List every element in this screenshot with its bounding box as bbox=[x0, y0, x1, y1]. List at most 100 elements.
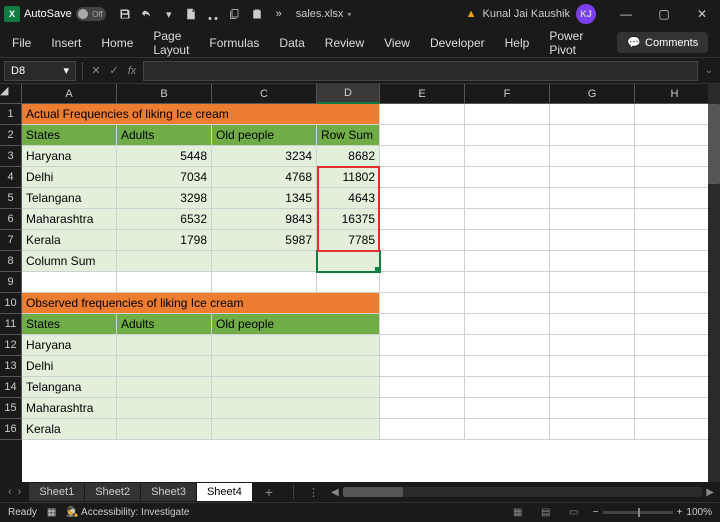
tab-help[interactable]: Help bbox=[503, 32, 532, 54]
cell[interactable] bbox=[635, 293, 715, 314]
cell[interactable] bbox=[380, 314, 465, 335]
col-header[interactable]: C bbox=[212, 84, 317, 104]
maximize-button[interactable]: ▢ bbox=[650, 4, 678, 24]
cell[interactable] bbox=[550, 314, 635, 335]
cell[interactable] bbox=[635, 335, 715, 356]
cell[interactable] bbox=[212, 335, 380, 356]
cell[interactable] bbox=[635, 104, 715, 125]
cell[interactable] bbox=[380, 188, 465, 209]
zoom-control[interactable]: − + 100% bbox=[593, 507, 712, 518]
cell[interactable]: 1345 bbox=[212, 188, 317, 209]
cell[interactable] bbox=[465, 335, 550, 356]
save-icon[interactable] bbox=[118, 7, 132, 21]
cell[interactable] bbox=[465, 398, 550, 419]
tab-formulas[interactable]: Formulas bbox=[207, 32, 261, 54]
cell[interactable]: States bbox=[22, 125, 117, 146]
cell[interactable]: Haryana bbox=[22, 335, 117, 356]
name-box[interactable]: D8 ▾ bbox=[4, 61, 76, 81]
cell[interactable]: Adults bbox=[117, 125, 212, 146]
cell[interactable] bbox=[635, 146, 715, 167]
zoom-in-icon[interactable]: + bbox=[677, 507, 683, 518]
row-header[interactable]: 16 bbox=[0, 419, 22, 440]
autosave-toggle[interactable]: AutoSave Off bbox=[24, 7, 106, 21]
new-icon[interactable] bbox=[184, 7, 198, 21]
row-header[interactable]: 11 bbox=[0, 314, 22, 335]
cell[interactable] bbox=[380, 104, 465, 125]
cell[interactable] bbox=[317, 272, 380, 293]
cell[interactable]: 5448 bbox=[117, 146, 212, 167]
sheet-tab[interactable]: Sheet1 bbox=[29, 483, 85, 501]
cell[interactable]: Old people bbox=[212, 314, 380, 335]
row-header[interactable]: 10 bbox=[0, 293, 22, 314]
cut-icon[interactable] bbox=[206, 7, 220, 21]
cell[interactable] bbox=[550, 335, 635, 356]
tab-insert[interactable]: Insert bbox=[49, 32, 83, 54]
row-header[interactable]: 5 bbox=[0, 188, 22, 209]
cell[interactable] bbox=[550, 293, 635, 314]
tab-data[interactable]: Data bbox=[277, 32, 306, 54]
cell[interactable] bbox=[635, 314, 715, 335]
cell[interactable]: 4643 bbox=[317, 188, 380, 209]
cell[interactable] bbox=[212, 356, 380, 377]
zoom-out-icon[interactable]: − bbox=[593, 507, 599, 518]
cell[interactable]: 6532 bbox=[117, 209, 212, 230]
tab-home[interactable]: Home bbox=[99, 32, 135, 54]
cell[interactable] bbox=[380, 419, 465, 440]
cell[interactable] bbox=[635, 398, 715, 419]
col-header[interactable]: G bbox=[550, 84, 635, 104]
sheet-nav-next[interactable]: › bbox=[18, 486, 22, 498]
cell[interactable] bbox=[635, 188, 715, 209]
cell[interactable] bbox=[465, 272, 550, 293]
filename[interactable]: sales.xlsx ▾ bbox=[296, 8, 352, 20]
row-header[interactable]: 4 bbox=[0, 167, 22, 188]
cell[interactable] bbox=[380, 230, 465, 251]
cell[interactable] bbox=[635, 419, 715, 440]
undo-icon[interactable] bbox=[140, 7, 154, 21]
cell[interactable] bbox=[550, 419, 635, 440]
cell[interactable]: 8682 bbox=[317, 146, 380, 167]
cell[interactable] bbox=[212, 398, 380, 419]
cell[interactable] bbox=[465, 356, 550, 377]
zoom-slider[interactable] bbox=[603, 511, 673, 514]
cell[interactable] bbox=[465, 230, 550, 251]
cell[interactable] bbox=[212, 251, 317, 272]
row-header[interactable]: 3 bbox=[0, 146, 22, 167]
cell[interactable] bbox=[117, 356, 212, 377]
cell[interactable]: Old people bbox=[212, 125, 317, 146]
cell[interactable] bbox=[465, 314, 550, 335]
select-all-corner[interactable]: ◢ bbox=[0, 84, 22, 104]
sheet-nav-prev[interactable]: ‹ bbox=[8, 486, 12, 498]
cell[interactable] bbox=[465, 209, 550, 230]
minimize-button[interactable]: — bbox=[612, 4, 640, 24]
cell[interactable]: Maharashtra bbox=[22, 398, 117, 419]
row-header[interactable]: 2 bbox=[0, 125, 22, 146]
cell[interactable] bbox=[550, 272, 635, 293]
cell[interactable] bbox=[465, 188, 550, 209]
cell[interactable] bbox=[465, 167, 550, 188]
cell[interactable] bbox=[550, 125, 635, 146]
cell-selected[interactable] bbox=[317, 251, 380, 272]
expand-formula-icon[interactable]: ⌄ bbox=[702, 65, 716, 76]
cell[interactable] bbox=[380, 167, 465, 188]
cell[interactable] bbox=[550, 167, 635, 188]
cell[interactable] bbox=[550, 104, 635, 125]
sheet-tab[interactable]: Sheet3 bbox=[141, 483, 197, 501]
cell[interactable] bbox=[635, 251, 715, 272]
tab-power-pivot[interactable]: Power Pivot bbox=[547, 25, 585, 61]
cell[interactable] bbox=[117, 377, 212, 398]
redo-dropdown-icon[interactable]: ▾ bbox=[162, 7, 176, 21]
cells-area[interactable]: Actual Frequencies of liking Ice cream S… bbox=[22, 104, 720, 440]
horizontal-scrollbar[interactable]: ◀ ▶ bbox=[325, 487, 720, 498]
add-sheet-button[interactable]: + bbox=[253, 484, 285, 500]
sheet-tab[interactable]: Sheet2 bbox=[85, 483, 141, 501]
cell[interactable] bbox=[380, 209, 465, 230]
row-header[interactable]: 1 bbox=[0, 104, 22, 125]
cell[interactable] bbox=[465, 146, 550, 167]
cell[interactable]: Haryana bbox=[22, 146, 117, 167]
col-header[interactable]: H bbox=[635, 84, 715, 104]
cell[interactable] bbox=[550, 146, 635, 167]
cell[interactable] bbox=[550, 188, 635, 209]
cell[interactable] bbox=[465, 419, 550, 440]
fx-icon[interactable]: fx bbox=[125, 65, 139, 77]
cell[interactable] bbox=[380, 272, 465, 293]
